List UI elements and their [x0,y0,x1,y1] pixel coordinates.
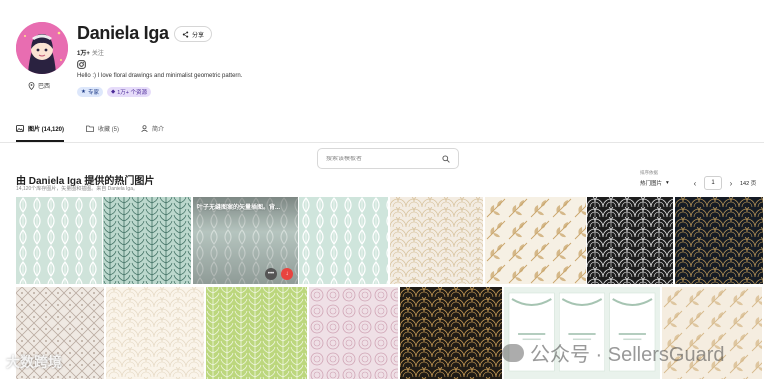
download-icon: ↓ [285,271,289,277]
expert-badge-label: 专家 [87,90,99,96]
expert-badge: ★ 专家 [77,87,103,97]
profile-badges: ★ 专家 ◆ 1万+ 个资源 [77,87,151,97]
page-input[interactable]: 1 [704,176,722,190]
followers-count: 1万+ 关注 [77,48,104,57]
tab-images[interactable]: 图片 (14,120) [16,122,64,134]
tab-collections-label: 收藏 (5) [98,126,120,133]
watermark-right-text: 公众号 · SellersGuard [530,344,725,366]
image-tile[interactable] [16,197,102,284]
wechat-icon [502,343,524,362]
image-tile[interactable] [485,197,586,284]
followers-label: 关注 [91,51,104,57]
download-button[interactable]: ↓ [281,268,293,280]
sort-value-text: 热门图片 [640,181,663,187]
star-icon: ★ [81,89,86,95]
sort-label: 排序依据 [640,170,658,175]
image-tile[interactable] [106,287,204,379]
chevron-left-icon: ‹ [693,178,697,188]
sort-value: 热门图片 ▾ [640,179,669,187]
profile-name: Daniela Iga [77,23,169,43]
next-page-button[interactable]: › [726,176,736,190]
instagram-icon[interactable] [77,60,86,69]
user-icon [141,124,148,132]
image-tile[interactable] [675,197,763,284]
image-icon [16,124,24,132]
share-icon [182,30,189,38]
profile-location: 巴西 [28,81,50,90]
share-button[interactable]: 分享 [174,26,213,42]
ellipsis-icon: ••• [267,271,275,277]
resources-badge: ◆ 1万+ 个资源 [106,87,151,97]
search-icon[interactable] [442,154,450,163]
chevron-down-icon: ▾ [666,180,669,186]
stack-icon: ◆ [110,89,116,95]
profile-avatar[interactable] [16,22,68,74]
image-tile[interactable] [299,197,388,284]
followers-number: 1万+ [77,51,90,57]
resources-badge-label: 1万+ 个资源 [117,90,147,96]
more-options-button[interactable]: ••• [265,268,277,280]
image-tile[interactable] [587,197,673,284]
image-tile[interactable] [206,287,307,379]
image-tile[interactable] [103,197,191,284]
profile-tabs: 图片 (14,120) 收藏 (5) 简介 [16,122,164,134]
profile-bio: Hello :) I love floral drawings and mini… [77,73,243,79]
image-tile[interactable] [390,197,483,284]
watermark-left: 大数跨境 [6,354,62,370]
image-tile[interactable] [309,287,398,379]
section-subtitle: 14,120个库存图片，矢量图和插图。来自 Daniela Iga。 [16,186,138,192]
watermark-right: 公众号 · SellersGuard [502,338,725,367]
tile-caption: 叶子无缝图案的矢量插图。背... [197,205,281,211]
search-box [317,148,459,169]
location-pin-icon [28,81,35,90]
prev-page-button[interactable]: ‹ [690,176,700,190]
page-total: 142 页 [740,181,757,187]
tab-about-label: 简介 [152,126,165,133]
image-tile[interactable] [400,287,502,379]
chevron-right-icon: › [729,178,733,188]
location-text: 巴西 [38,84,51,90]
pagination: ‹ 1 › 142 页 [690,176,756,190]
search-input[interactable] [326,155,436,162]
tab-collections[interactable]: 收藏 (5) [86,122,119,134]
share-label: 分享 [192,32,205,39]
tab-about[interactable]: 简介 [141,122,164,134]
folder-icon [86,125,94,132]
tab-images-label: 图片 (14,120) [28,126,65,133]
tabs-divider [0,142,764,143]
sort-dropdown[interactable]: 排序依据 热门图片 ▾ [640,170,669,187]
